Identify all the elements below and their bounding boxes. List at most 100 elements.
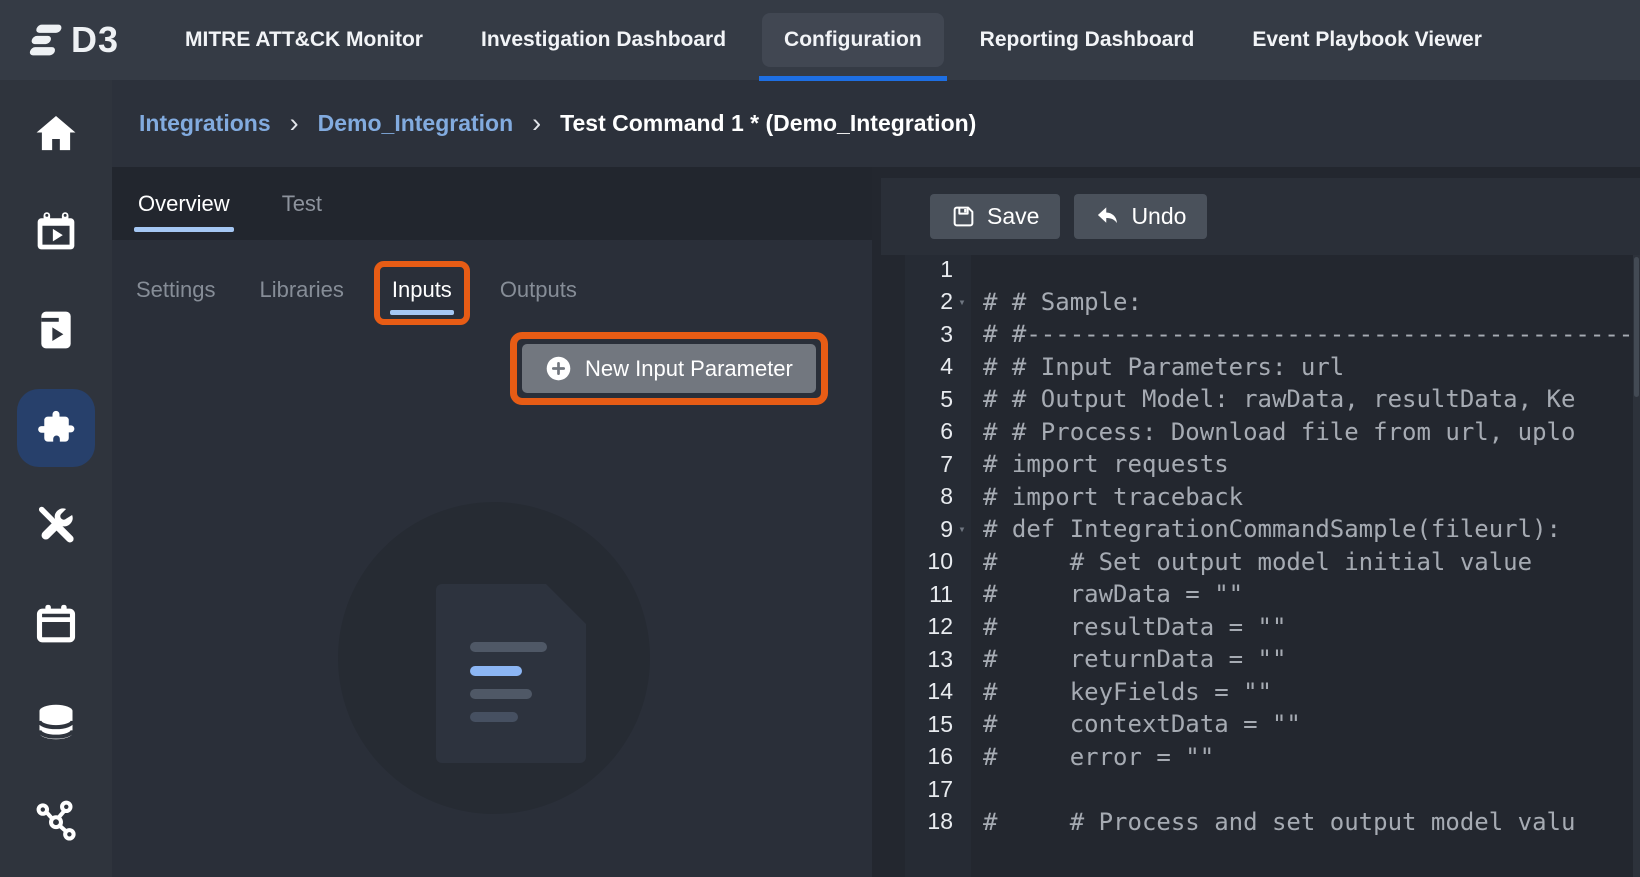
line-number: 9	[905, 516, 953, 543]
code-line[interactable]: 15 # contextData = ""	[873, 708, 1640, 741]
d3-logo[interactable]: D3	[26, 19, 119, 61]
undo-button[interactable]: Undo	[1074, 194, 1207, 239]
code-line[interactable]: 14 # keyFields = ""	[873, 676, 1640, 709]
code-text: # # Process: Download file from url, upl…	[983, 418, 1575, 446]
save-button-label: Save	[987, 203, 1039, 230]
code-text: # contextData = ""	[983, 710, 1301, 738]
code-text: # # Set output model initial value	[983, 548, 1532, 576]
code-line[interactable]: 5 # # Output Model: rawData, resultData,…	[873, 383, 1640, 416]
sidebar-item-scheduled-playbooks[interactable]	[33, 209, 79, 255]
sidebar-item-utilities[interactable]	[33, 503, 79, 549]
new-input-button-highlight-box: New Input Parameter	[510, 332, 828, 405]
integrations-puzzle-icon	[35, 407, 77, 449]
code-line[interactable]: 1	[873, 255, 1640, 286]
code-text: # returnData = ""	[983, 645, 1286, 673]
code-line[interactable]: 9 ▾ # def IntegrationCommandSample(fileu…	[873, 513, 1640, 546]
line-number: 10	[905, 548, 953, 575]
sidebar-item-integrations[interactable]	[17, 389, 95, 467]
code-text: # def IntegrationCommandSample(fileurl):	[983, 515, 1561, 543]
code-text: # # Output Model: rawData, resultData, K…	[983, 385, 1575, 413]
code-line[interactable]: 12 # resultData = ""	[873, 611, 1640, 644]
editor-toolbar: Save Undo	[881, 178, 1640, 255]
code-text: # #-------------------------------------…	[983, 320, 1640, 348]
sidebar-item-data-management[interactable]	[33, 699, 79, 745]
line-number: 1	[905, 256, 953, 283]
code-line[interactable]: 17	[873, 773, 1640, 806]
playbook-play-icon	[34, 308, 78, 352]
scrollbar-thumb[interactable]	[1634, 257, 1639, 397]
line-number: 14	[905, 678, 953, 705]
sidebar-item-calendar[interactable]	[33, 601, 79, 647]
command-subtabs: Settings Libraries Inputs Outputs	[112, 240, 872, 316]
command-panel-body: Settings Libraries Inputs Outputs New In…	[112, 240, 872, 877]
inputs-tab-highlight-box: Inputs	[374, 261, 470, 325]
subtab-settings[interactable]: Settings	[136, 277, 216, 303]
sidebar-item-connections[interactable]	[33, 797, 79, 843]
breadcrumb-link-integrations[interactable]: Integrations	[139, 110, 271, 137]
command-panel-tabs: Overview Test	[112, 167, 872, 240]
subtab-inputs[interactable]: Inputs	[392, 277, 452, 302]
line-number: 16	[905, 743, 953, 770]
code-text: # # Input Parameters: url	[983, 353, 1344, 381]
logo-text: D3	[71, 19, 119, 61]
line-number: 15	[905, 711, 953, 738]
code-text: # import requests	[983, 450, 1229, 478]
code-text: # # Process and set output model valu	[983, 808, 1575, 836]
code-line[interactable]: 3 # #-----------------------------------…	[873, 318, 1640, 351]
code-line[interactable]: 16 # error = ""	[873, 741, 1640, 774]
plus-circle-icon	[545, 355, 572, 382]
line-number: 18	[905, 808, 953, 835]
code-line[interactable]: 18 # # Process and set output model valu	[873, 806, 1640, 839]
fold-arrow-icon[interactable]: ▾	[953, 295, 971, 309]
database-icon	[34, 700, 78, 744]
line-number: 13	[905, 646, 953, 673]
code-editor-lines: 1 2 ▾ # # Sample: 3 # #-----------------…	[873, 255, 1640, 838]
d3-logo-icon	[26, 21, 66, 59]
code-line[interactable]: 8 # import traceback	[873, 481, 1640, 514]
sidebar	[0, 80, 112, 877]
breadcrumb: Integrations › Demo_Integration › Test C…	[112, 80, 1640, 167]
code-line[interactable]: 13 # returnData = ""	[873, 643, 1640, 676]
breadcrumb-link-demo-integration[interactable]: Demo_Integration	[318, 110, 514, 137]
subtab-outputs[interactable]: Outputs	[500, 277, 577, 303]
new-input-parameter-button[interactable]: New Input Parameter	[522, 344, 816, 393]
sidebar-item-home[interactable]	[33, 111, 79, 157]
code-panel: Save Undo 1 2 ▾ # # Sample:	[873, 167, 1640, 877]
nav-item-mitre-attack-monitor[interactable]: MITRE ATT&CK Monitor	[163, 13, 445, 67]
line-number: 3	[905, 321, 953, 348]
code-line[interactable]: 4 # # Input Parameters: url	[873, 351, 1640, 384]
code-editor[interactable]: 1 2 ▾ # # Sample: 3 # #-----------------…	[873, 255, 1640, 877]
subtab-libraries[interactable]: Libraries	[260, 277, 344, 303]
calendar-play-icon	[34, 210, 78, 254]
command-panel: Overview Test Settings Libraries Inputs …	[112, 167, 872, 877]
undo-icon	[1095, 204, 1120, 229]
line-number: 2	[905, 288, 953, 315]
save-icon	[951, 204, 976, 229]
code-line[interactable]: 7 # import requests	[873, 448, 1640, 481]
breadcrumb-current-page: Test Command 1 * (Demo_Integration)	[560, 110, 976, 137]
code-line[interactable]: 2 ▾ # # Sample:	[873, 286, 1640, 319]
sidebar-item-playbooks[interactable]	[33, 307, 79, 353]
nav-item-event-playbook-viewer[interactable]: Event Playbook Viewer	[1230, 13, 1504, 67]
nav-item-configuration[interactable]: Configuration	[762, 13, 944, 67]
code-line[interactable]: 6 # # Process: Download file from url, u…	[873, 416, 1640, 449]
chevron-right-icon: ›	[532, 110, 541, 137]
line-number: 17	[905, 776, 953, 803]
code-text: # keyFields = ""	[983, 678, 1272, 706]
tab-test[interactable]: Test	[280, 187, 324, 221]
line-number: 12	[905, 613, 953, 640]
share-nodes-icon	[34, 798, 78, 842]
nav-item-investigation-dashboard[interactable]: Investigation Dashboard	[459, 13, 748, 67]
nav-item-reporting-dashboard[interactable]: Reporting Dashboard	[958, 13, 1217, 67]
empty-state-document-icon	[436, 584, 586, 763]
home-icon	[34, 112, 78, 156]
save-button[interactable]: Save	[930, 194, 1060, 239]
line-number: 4	[905, 353, 953, 380]
code-line[interactable]: 10 # # Set output model initial value	[873, 546, 1640, 579]
line-number: 8	[905, 483, 953, 510]
code-line[interactable]: 11 # rawData = ""	[873, 578, 1640, 611]
editor-scrollbar[interactable]	[1633, 255, 1640, 877]
code-text: # # Sample:	[983, 288, 1142, 316]
fold-arrow-icon[interactable]: ▾	[953, 522, 971, 536]
tab-overview[interactable]: Overview	[136, 187, 232, 221]
